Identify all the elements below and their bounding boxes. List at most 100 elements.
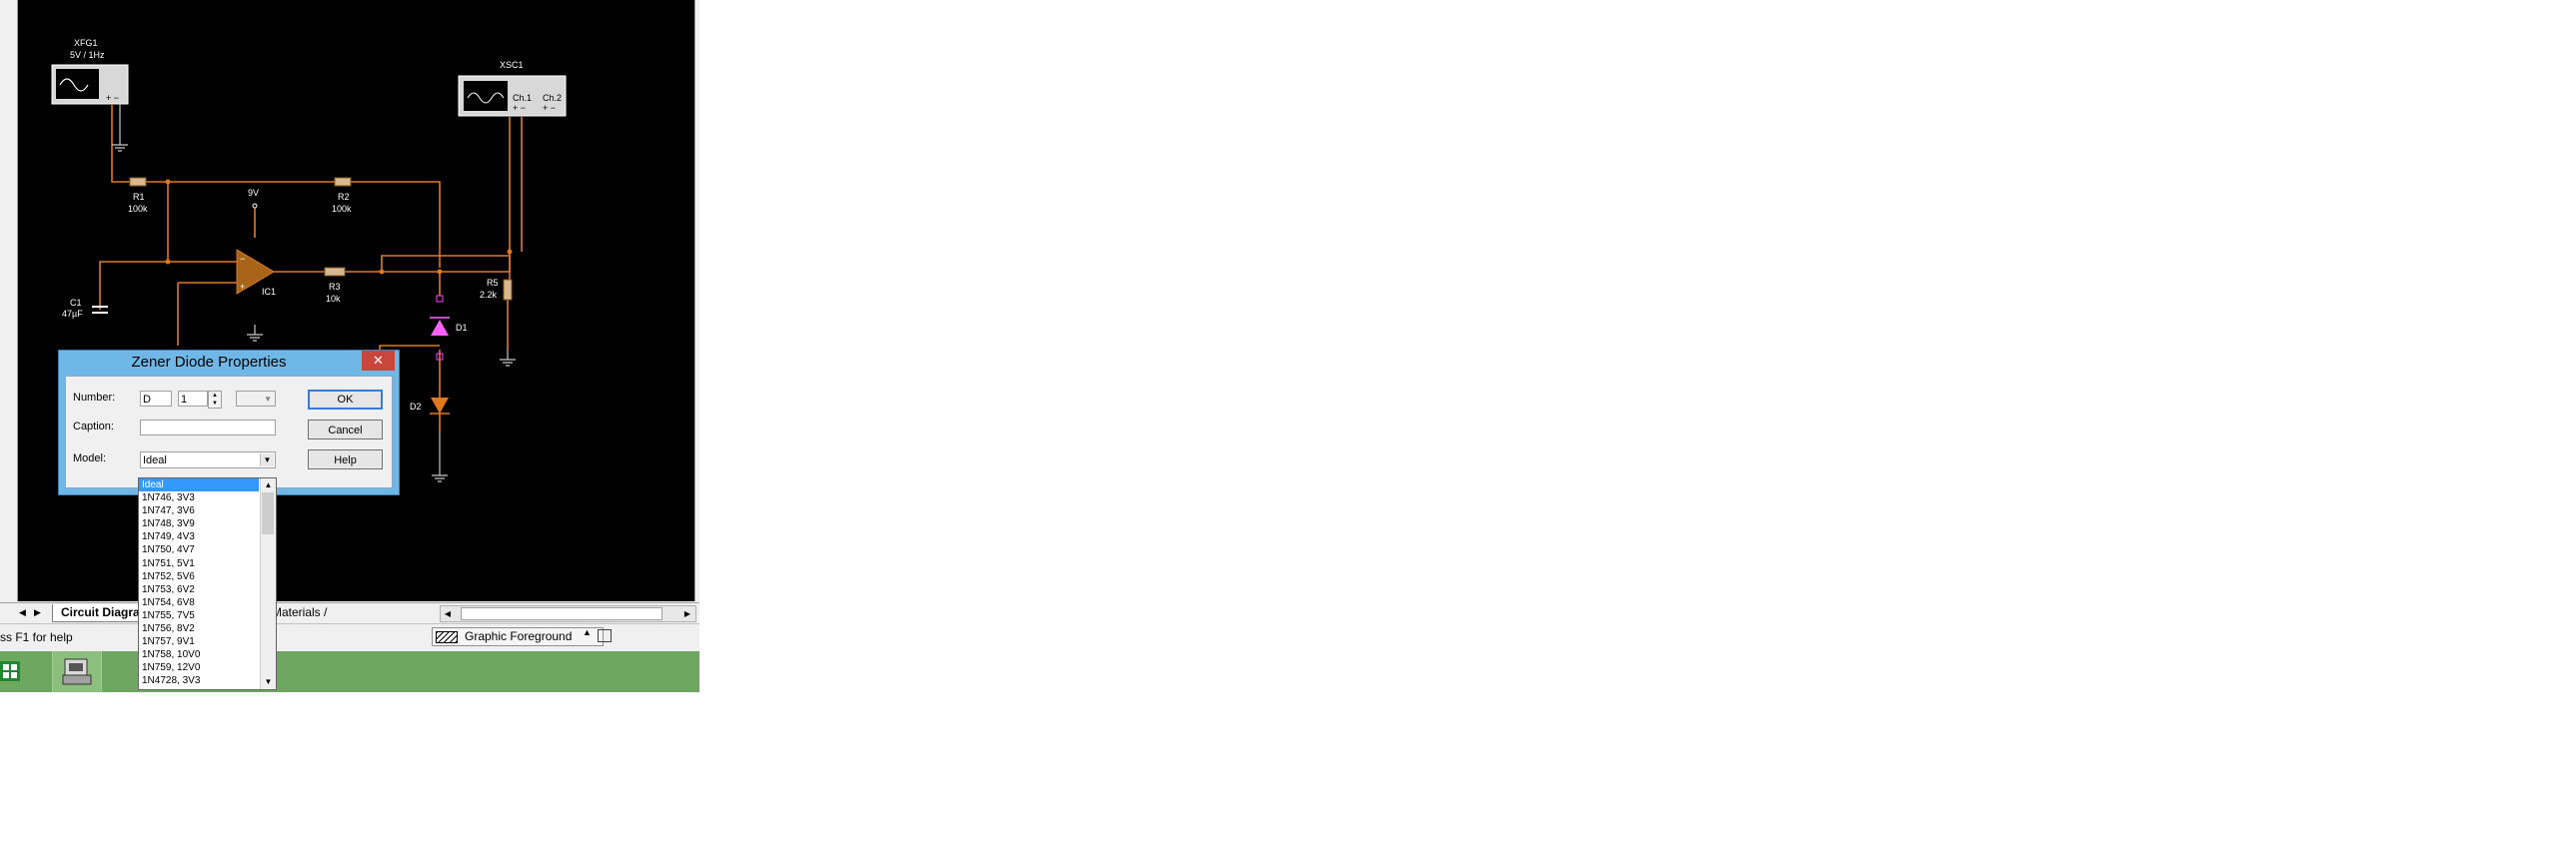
model-list-scrollbar[interactable]: ▲ ▼ [260,478,276,689]
tab-scroll-left-icon[interactable]: ◀ [16,606,29,619]
svg-text:−: − [240,254,245,264]
tab-materials[interactable]: Materials / [272,604,327,621]
tab-circuit-diagram[interactable]: Circuit Diagra [52,604,149,622]
horizontal-scroll-thumb[interactable] [461,607,662,620]
scroll-up-icon[interactable]: ▲ [261,478,276,492]
capacitor-c1[interactable]: C1 47µF [62,298,108,319]
oscilloscope-xsc1[interactable]: XSC1 Ch.1 Ch.2 + − + − [458,60,567,117]
right-border-strip [694,0,699,601]
model-list-scroll-thumb[interactable] [262,492,274,534]
layer-properties-icon[interactable] [598,629,612,642]
ic1-name-label: IC1 [262,287,276,297]
tab-scroll-right-icon[interactable]: ▶ [31,606,44,619]
list-item[interactable]: 1N756, 8V2 [139,622,259,635]
model-dropdown-list[interactable]: Ideal 1N746, 3V3 1N747, 3V6 1N748, 3V9 1… [138,477,277,690]
zener-diode-d2[interactable]: D2 [410,398,450,415]
circuit-app-icon [62,658,92,685]
r1-value-label: 100k [128,204,148,214]
circuit-canvas[interactable]: XFG1 5V / 1Hz + − XSC1 Ch.1 Ch.2 + − + − [18,0,694,601]
ok-button[interactable]: OK [308,390,383,410]
status-bar: ss F1 for help Graphic Foreground ▲ [0,623,699,651]
hatch-pattern-icon [436,631,458,643]
resistor-r1[interactable]: R1 100k [128,177,148,214]
xsc1-ch1-label: Ch.1 [513,93,532,103]
list-item[interactable]: 1N758, 10V0 [139,648,259,661]
zener-diode-properties-dialog: Zener Diode Properties ✕ Number: D 1 ▲ ▼ … [58,350,400,495]
taskbar-app-button[interactable] [52,651,102,692]
xfg1-name-label: XFG1 [74,38,98,48]
r3-value-label: 10k [326,294,341,304]
r1-name-label: R1 [133,192,145,202]
opamp-ic1[interactable]: − + IC1 [236,249,276,297]
xsc1-name-label: XSC1 [500,60,524,70]
r5-value-label: 2.2k [480,290,498,300]
status-help-text: ss F1 for help [0,630,73,644]
scroll-right-icon[interactable]: ▶ [680,606,694,621]
svg-text:+: + [240,282,245,292]
resistor-r5[interactable]: R5 2.2k [480,278,513,301]
number-prefix-field[interactable]: D [140,391,172,407]
list-item[interactable]: 1N754, 6V8 [139,596,259,609]
layer-name: Graphic Foreground [465,629,573,643]
chevron-down-icon[interactable]: ▼ [260,453,274,466]
list-item[interactable]: 1N746, 3V3 [139,491,259,504]
c1-value-label: 47µF [62,309,83,319]
multisim-window: XFG1 5V / 1Hz + − XSC1 Ch.1 Ch.2 + − + − [0,0,699,692]
horizontal-scrollbar[interactable]: ◀ ▶ [440,605,696,622]
model-options: Ideal 1N746, 3V3 1N747, 3V6 1N748, 3V9 1… [139,478,259,688]
xfg1-value-label: 5V / 1Hz [70,50,105,60]
resistor-r3[interactable]: R3 10k [324,267,346,304]
c1-name-label: C1 [70,298,82,308]
svg-text:+ −: + − [513,103,526,113]
svg-text:+ −: + − [543,103,556,113]
list-item[interactable]: 1N4728, 3V3 [139,674,259,687]
list-item[interactable]: 1N759, 12V0 [139,661,259,674]
list-item[interactable]: 1N752, 5V6 [139,570,259,583]
r2-value-label: 100k [332,204,352,214]
left-toolbar-strip [0,0,18,601]
d2-name-label: D2 [410,402,422,412]
resistor-r2[interactable]: R2 100k [332,177,352,214]
number-label: Number: [73,392,116,404]
model-selected-value: Ideal [143,454,167,466]
r3-name-label: R3 [329,282,341,292]
windows-start-icon[interactable] [0,657,22,685]
close-icon[interactable]: ✕ [362,351,395,371]
caption-input[interactable] [140,420,276,435]
list-item[interactable]: 1N757, 9V1 [139,635,259,648]
list-item[interactable]: Ideal [139,478,259,492]
list-item[interactable]: 1N749, 4V3 [139,530,259,543]
number-index-field[interactable]: 1 [178,391,208,407]
d1-name-label: D1 [456,323,468,333]
svg-text:+ −: + − [106,93,119,103]
number-spinner[interactable]: ▲ ▼ [208,391,222,409]
cancel-button[interactable]: Cancel [308,420,383,439]
xsc1-ch2-label: Ch.2 [543,93,562,103]
list-item[interactable]: 1N747, 3V6 [139,504,259,517]
model-label: Model: [73,452,107,464]
number-extra-dropdown[interactable]: ▼ [236,391,276,407]
model-select[interactable]: Ideal ▼ [140,451,276,468]
list-item[interactable]: 1N748, 3V9 [139,517,259,530]
list-item[interactable]: 1N755, 7V5 [139,609,259,622]
r2-name-label: R2 [338,192,350,202]
function-generator-xfg1[interactable]: XFG1 5V / 1Hz + − [51,38,129,105]
layer-up-arrow-icon[interactable]: ▲ [583,627,592,637]
layer-selector[interactable]: Graphic Foreground [432,627,604,646]
circuit-schematic: XFG1 5V / 1Hz + − XSC1 Ch.1 Ch.2 + − + − [51,38,567,482]
chevron-down-icon: ▼ [264,395,272,404]
zener-diode-d1[interactable]: D1 [430,295,468,361]
dialog-title: Zener Diode Properties [131,354,287,371]
help-button[interactable]: Help [308,449,383,469]
scroll-down-icon[interactable]: ▼ [261,675,276,689]
dialog-body: Number: D 1 ▲ ▼ ▼ Caption: Model: Ideal ▼… [65,376,393,488]
supply-9v[interactable]: 9V [248,188,259,209]
scroll-left-icon[interactable]: ◀ [441,606,455,621]
list-item[interactable]: 1N753, 6V2 [139,583,259,596]
supply-label: 9V [248,188,259,198]
r5-name-label: R5 [487,278,499,288]
sheet-tabs-bar: ◀ ▶ Circuit Diagra Materials / ◀ ▶ [0,602,699,623]
list-item[interactable]: 1N751, 5V1 [139,557,259,570]
list-item[interactable]: 1N750, 4V7 [139,543,259,556]
caption-label: Caption: [73,421,114,432]
